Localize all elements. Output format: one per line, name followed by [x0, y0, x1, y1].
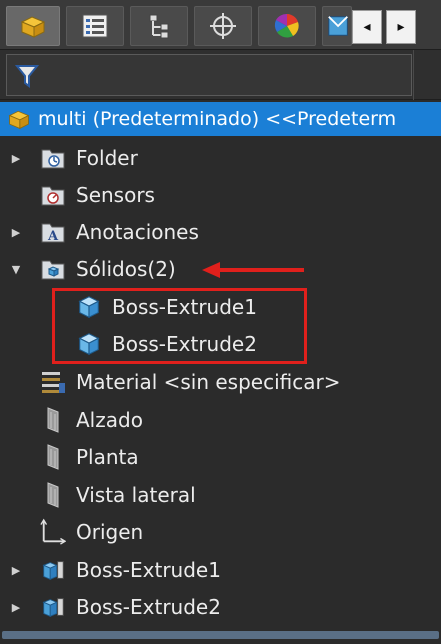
boss-extrude-icon [40, 557, 66, 583]
origin-icon [40, 518, 66, 545]
filter-icon[interactable] [15, 63, 39, 89]
triangle-right-icon: ▸ [397, 19, 405, 35]
tree-item-label: Boss-Extrude1 [76, 558, 221, 582]
expand-arrow-icon[interactable]: ▶ [10, 152, 22, 165]
callout-highlight-box [52, 288, 307, 364]
triangle-left-icon: ◂ [363, 19, 371, 35]
tree-item-label: Vista lateral [76, 483, 196, 507]
display-pane-icon [328, 16, 348, 36]
dimxpert-icon [210, 13, 236, 39]
tab-appearance[interactable] [258, 6, 316, 46]
plane-icon [40, 444, 66, 470]
tree-item-label: Folder [76, 146, 138, 170]
tree-item-label: Boss-Extrude2 [76, 595, 221, 619]
tabs-scroll-left-button[interactable]: ◂ [352, 10, 382, 44]
svg-text:A: A [47, 229, 59, 244]
plane-icon [40, 407, 66, 433]
part-icon [6, 107, 32, 131]
tab-configuration-manager[interactable] [130, 6, 188, 46]
sensor-icon [40, 182, 66, 208]
filter-input[interactable] [6, 54, 412, 96]
expand-arrow-icon[interactable]: ▶ [10, 226, 22, 239]
annotation-icon: A [40, 219, 66, 245]
tab-feature-manager[interactable] [6, 6, 60, 46]
tree-item-label: Material <sin especificar> [76, 370, 341, 394]
part-icon [20, 16, 46, 38]
tabs-scroll-right-button[interactable]: ▸ [386, 10, 416, 44]
expand-arrow-icon[interactable]: ▶ [10, 601, 22, 614]
feature-manager-toolbar: ◂ ▸ [0, 0, 441, 50]
tree-item-label: Anotaciones [76, 220, 199, 244]
tree-root-label: multi (Predeterminado) <<Predeterm [38, 108, 397, 130]
plane-icon [40, 482, 66, 508]
horizontal-scrollbar[interactable] [0, 628, 441, 644]
filter-bar [0, 50, 441, 100]
appearance-icon [274, 13, 299, 38]
boss-extrude-icon [40, 594, 66, 620]
collapse-arrow-icon[interactable]: ▼ [10, 263, 22, 276]
tab-property-manager[interactable] [66, 6, 124, 46]
tree-item-label: Sólidos(2) [76, 257, 176, 281]
tab-display-pane[interactable] [322, 6, 352, 46]
callout-arrow-icon [202, 262, 304, 278]
divider [413, 50, 414, 100]
tree-item-label: Alzado [76, 408, 143, 432]
folder-icon [40, 145, 66, 171]
tree-root-part[interactable]: multi (Predeterminado) <<Predeterm [0, 102, 441, 136]
tree-item-label: Sensors [76, 183, 155, 207]
tree-item-label: Origen [76, 520, 144, 544]
solid-bodies-folder-icon [40, 256, 66, 282]
property-manager-icon [82, 14, 108, 38]
expand-arrow-icon[interactable]: ▶ [10, 564, 22, 577]
tree-item-label: Planta [76, 445, 139, 469]
scrollbar-thumb[interactable] [2, 631, 439, 639]
tab-dimxpert[interactable] [194, 6, 252, 46]
configuration-manager-icon [149, 14, 169, 39]
material-icon [40, 369, 66, 395]
